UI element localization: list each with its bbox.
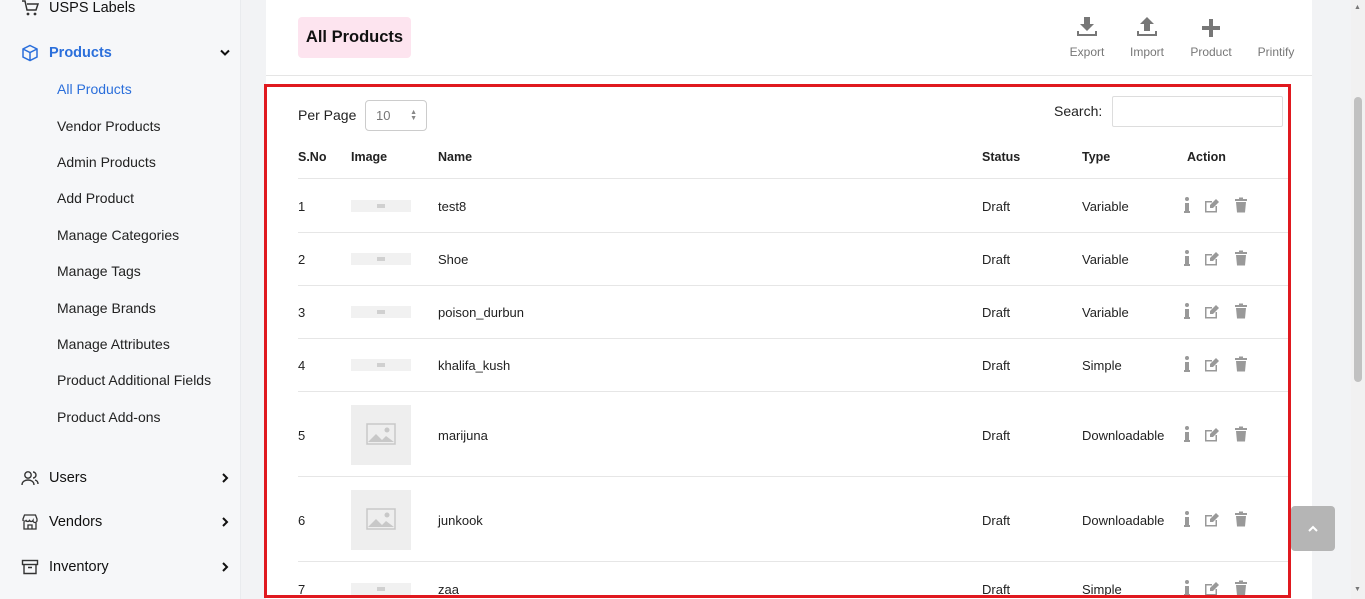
chevron-right-icon — [220, 517, 230, 527]
sidebar-item-vendors[interactable]: Vendors — [20, 512, 230, 532]
header-divider — [266, 75, 1312, 76]
sidebar-subitem-manage-categories[interactable]: Manage Categories — [57, 227, 179, 243]
sidebar-subitem-product-add-ons[interactable]: Product Add-ons — [57, 409, 161, 425]
back-to-top-button[interactable] — [1291, 506, 1335, 551]
chevron-right-icon — [220, 473, 230, 483]
printify-label: Printify — [1257, 45, 1295, 59]
sidebar-subitem-vendor-products[interactable]: Vendor Products — [57, 118, 161, 134]
import-button[interactable]: Import — [1127, 14, 1167, 59]
sidebar-subitem-manage-tags[interactable]: Manage Tags — [57, 263, 141, 279]
sidebar-subitem-product-additional-fields[interactable]: Product Additional Fields — [57, 372, 211, 388]
selection-highlight-box — [264, 84, 1291, 598]
sidebar-subitem-all-products[interactable]: All Products — [57, 81, 132, 97]
sidebar-item-usps-labels[interactable]: USPS Labels — [20, 0, 135, 18]
plus-icon — [1201, 14, 1221, 38]
page-title: All Products — [298, 17, 411, 58]
import-label: Import — [1129, 45, 1164, 59]
box-icon — [20, 43, 40, 63]
chevron-right-icon — [220, 562, 230, 572]
sidebar-item-inventory[interactable]: Inventory — [20, 557, 230, 577]
sidebar-subitem-admin-products[interactable]: Admin Products — [57, 154, 156, 170]
chevron-up-icon — [1308, 523, 1318, 535]
export-label: Export — [1069, 45, 1105, 59]
archive-icon — [20, 557, 40, 577]
scrollbar-thumb[interactable] — [1354, 97, 1362, 382]
sidebar-item-label: USPS Labels — [49, 0, 136, 16]
scroll-down-arrow-icon[interactable]: ▼ — [1354, 586, 1361, 593]
store-icon — [20, 512, 40, 532]
sidebar-item-label: Products — [49, 45, 112, 61]
scroll-up-arrow-icon[interactable]: ▲ — [1354, 4, 1361, 11]
sidebar-item-users[interactable]: Users — [20, 468, 230, 488]
export-button[interactable]: Export — [1067, 14, 1107, 59]
sidebar-item-label: Inventory — [49, 559, 109, 575]
download-icon — [1076, 14, 1098, 38]
cart-icon — [20, 0, 40, 18]
printify-button[interactable]: Printify — [1255, 14, 1297, 59]
sidebar: USPS Labels Products All Products Vendor… — [0, 0, 241, 599]
sidebar-item-label: Vendors — [49, 514, 103, 530]
sidebar-item-label: Users — [49, 470, 87, 486]
chevron-down-icon — [220, 48, 230, 58]
sidebar-subitem-manage-brands[interactable]: Manage Brands — [57, 300, 156, 316]
product-label: Product — [1190, 45, 1232, 59]
sidebar-subitem-manage-attributes[interactable]: Manage Attributes — [57, 336, 170, 352]
add-product-button[interactable]: Product — [1188, 14, 1234, 59]
sidebar-subitem-add-product[interactable]: Add Product — [57, 190, 134, 206]
sidebar-item-products[interactable]: Products — [20, 43, 230, 63]
users-icon — [20, 468, 40, 488]
upload-icon — [1136, 14, 1158, 38]
